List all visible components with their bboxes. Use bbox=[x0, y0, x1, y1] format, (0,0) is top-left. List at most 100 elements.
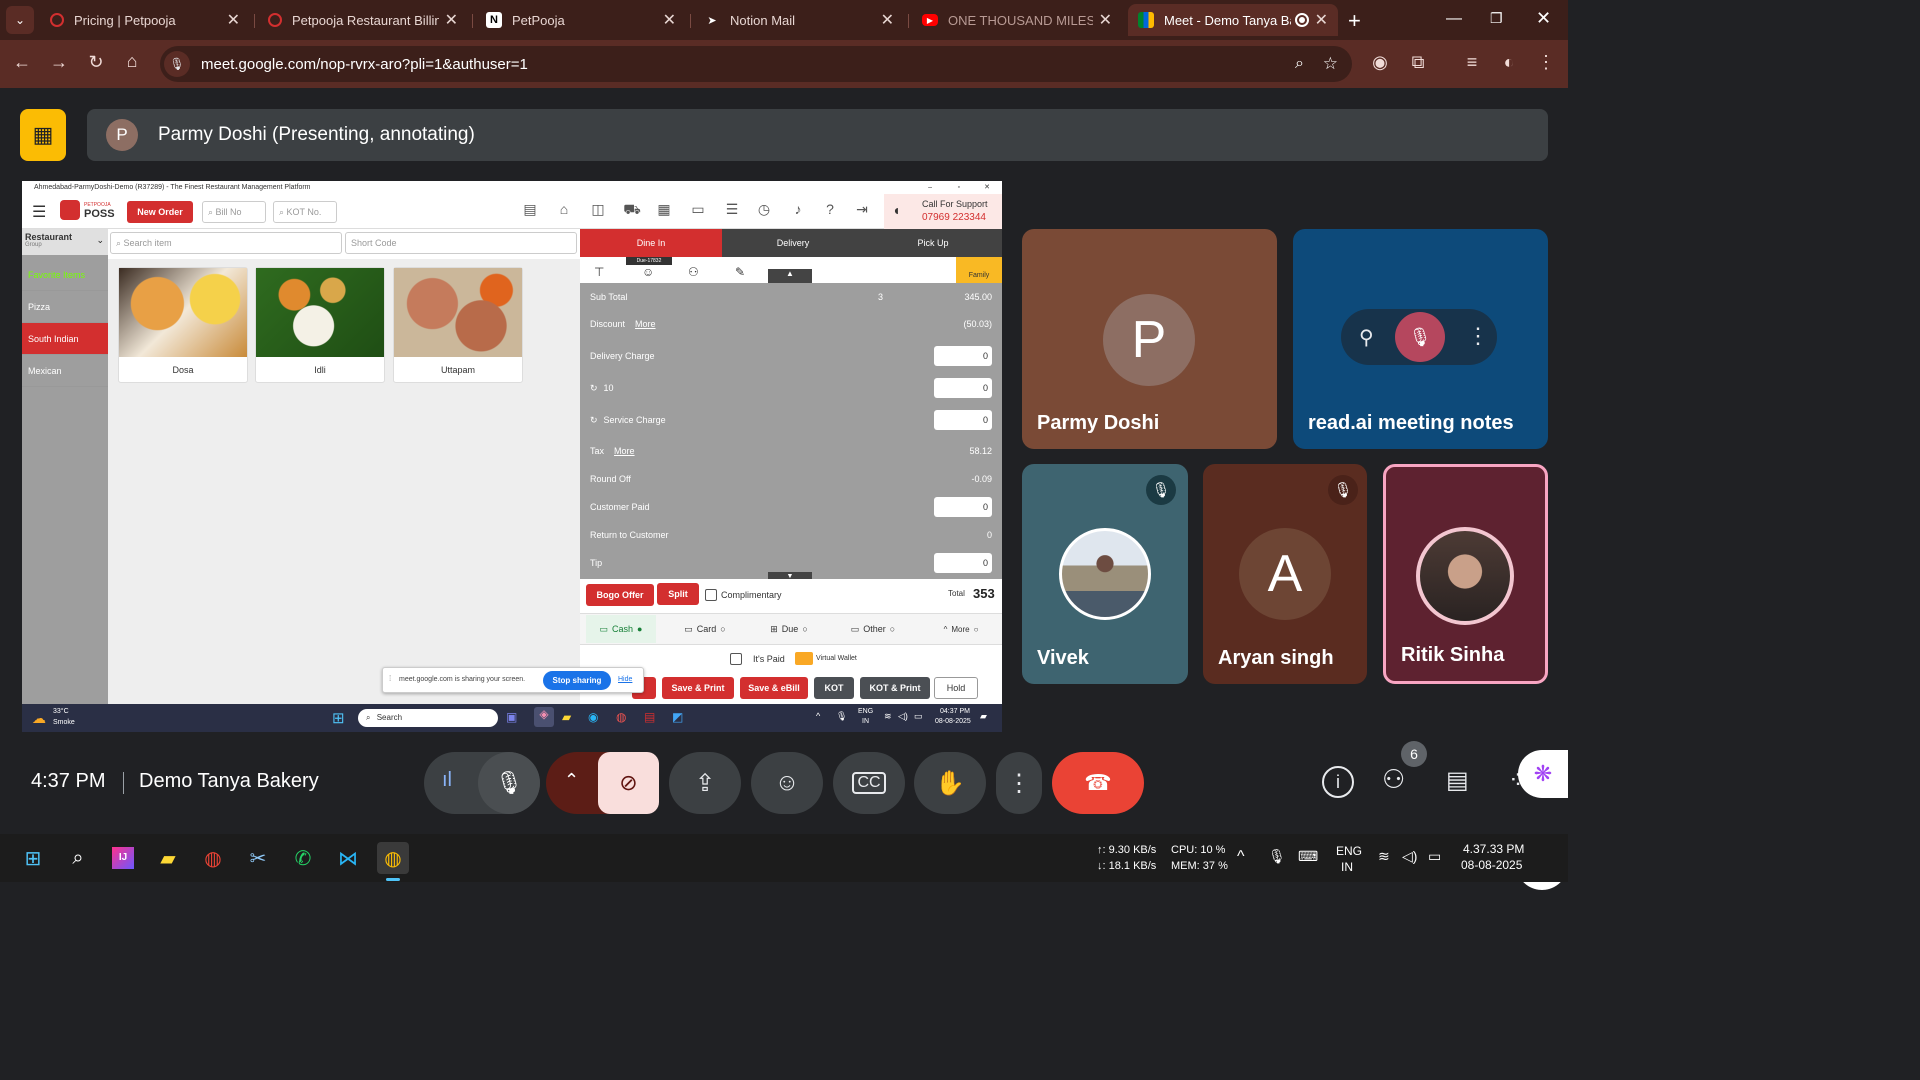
bookmark-star-icon[interactable]: ☆ bbox=[1323, 54, 1338, 74]
pin-icon[interactable]: ⚲ bbox=[1359, 325, 1374, 350]
chevron-up-icon[interactable]: ^ bbox=[1237, 848, 1245, 866]
close-icon[interactable]: ✕ bbox=[881, 10, 894, 30]
hold-button[interactable]: Hold bbox=[934, 677, 978, 699]
category-south-indian[interactable]: South Indian bbox=[22, 323, 108, 355]
logout-icon[interactable]: ⇥ bbox=[852, 201, 872, 221]
tab-search-button[interactable]: ⌄ bbox=[6, 6, 34, 34]
reactions-button[interactable]: ☺ bbox=[751, 752, 823, 814]
folder-icon[interactable]: ▰ bbox=[562, 710, 571, 724]
tab-pick-up[interactable]: Pick Up bbox=[864, 229, 1002, 257]
grid-icon[interactable]: ▦ bbox=[654, 201, 674, 221]
zoom-icon[interactable]: ⌕ bbox=[1295, 55, 1304, 73]
petpooja-app-icon[interactable]: ▤ bbox=[644, 710, 655, 724]
tax-more-link[interactable]: More bbox=[614, 446, 635, 456]
its-paid-checkbox[interactable] bbox=[730, 653, 742, 665]
mic-icon[interactable]: 🎙 bbox=[836, 711, 847, 722]
payment-cash[interactable]: ▭ Cash ● bbox=[586, 615, 656, 643]
captions-button[interactable]: CC bbox=[833, 752, 905, 814]
item-card-idli[interactable]: Idli bbox=[255, 267, 385, 383]
volume-icon[interactable]: ◁) bbox=[1402, 848, 1417, 865]
meeting-info-button[interactable]: i bbox=[1322, 766, 1354, 798]
close-icon[interactable]: ✕ bbox=[445, 10, 458, 30]
tab-pricing-petpooja[interactable]: Pricing | Petpooja ✕ bbox=[40, 4, 250, 36]
vscode-icon[interactable]: ⋈ bbox=[332, 842, 364, 874]
leave-call-button[interactable]: ☎ bbox=[1052, 752, 1144, 814]
raise-hand-button[interactable]: ✋ bbox=[914, 752, 986, 814]
store-icon[interactable]: ⌂ bbox=[554, 201, 574, 221]
search-icon[interactable]: ⌕ bbox=[62, 842, 94, 874]
customer-paid-input[interactable]: 0 bbox=[934, 497, 992, 517]
discount-more-link[interactable]: More bbox=[635, 319, 656, 329]
assistant-bubble-visible[interactable]: ❋ bbox=[1518, 750, 1568, 798]
bag-icon[interactable]: ◫ bbox=[588, 201, 608, 221]
jetbrains-icon[interactable]: IJ bbox=[107, 842, 139, 874]
app-icon[interactable]: ◩ bbox=[672, 710, 683, 724]
close-icon[interactable]: ✕ bbox=[984, 181, 990, 194]
language-1[interactable]: ENG bbox=[1336, 844, 1362, 858]
volume-icon[interactable]: ◁) bbox=[898, 711, 908, 722]
close-window-button[interactable]: ✕ bbox=[1536, 8, 1551, 29]
microphone-button[interactable]: 🎙 bbox=[478, 752, 540, 814]
address-bar[interactable]: 🎙 meet.google.com/nop-rvrx-aro?pli=1&aut… bbox=[160, 46, 1352, 82]
tab-petpooja-notion[interactable]: N PetPooja ✕ bbox=[476, 4, 686, 36]
participant-tile-aryan-singh[interactable]: 🎙 A Aryan singh bbox=[1203, 464, 1367, 684]
clock-date[interactable]: 08-08-2025 bbox=[1461, 858, 1522, 872]
restore-icon[interactable]: ▫ bbox=[958, 181, 960, 194]
media-control-icon[interactable]: ≡ bbox=[1460, 52, 1484, 73]
restore-button[interactable]: ❐ bbox=[1490, 10, 1503, 27]
table-icon[interactable]: ⊤ bbox=[594, 265, 604, 279]
kot-button[interactable]: KOT bbox=[814, 677, 854, 699]
file-explorer-icon[interactable]: ▰ bbox=[152, 842, 184, 874]
clock-date[interactable]: 08-08-2025 bbox=[935, 718, 971, 725]
refresh-icon[interactable]: ↻ bbox=[590, 383, 598, 394]
tab-delivery[interactable]: Delivery bbox=[722, 229, 864, 257]
payment-card[interactable]: ▭ Card ○ bbox=[672, 615, 738, 643]
minimize-button[interactable]: — bbox=[1446, 10, 1462, 28]
close-icon[interactable]: ✕ bbox=[1099, 10, 1112, 30]
delivery-icon[interactable]: ⛟ bbox=[622, 201, 642, 221]
home-icon[interactable]: ⌂ bbox=[120, 51, 144, 72]
chrome-icon[interactable]: ◍ bbox=[616, 710, 626, 724]
notification-icon[interactable]: ▰ bbox=[980, 711, 987, 722]
chrome-icon[interactable]: ◍ bbox=[197, 842, 229, 874]
timer-icon[interactable]: ◷ bbox=[754, 201, 774, 221]
collapse-up-icon[interactable]: ▲ bbox=[768, 269, 812, 283]
chrome-profile-icon[interactable]: ◍ bbox=[377, 842, 409, 874]
split-button[interactable]: Split bbox=[657, 583, 699, 605]
refresh-icon[interactable]: ↻ bbox=[590, 415, 598, 426]
kot-print-button[interactable]: KOT & Print bbox=[860, 677, 930, 699]
mute-participant-icon[interactable]: 🎙 bbox=[1395, 312, 1445, 362]
hide-link[interactable]: Hide bbox=[618, 676, 632, 683]
people-button[interactable]: ⚇ bbox=[1382, 764, 1405, 795]
chevron-up-icon[interactable]: ^ bbox=[816, 711, 820, 721]
app-icon[interactable]: ◈ bbox=[534, 707, 554, 727]
camera-options-icon[interactable]: ⌃ bbox=[564, 770, 579, 791]
payment-due[interactable]: ⊞ Due ○ bbox=[756, 615, 822, 643]
tab-dine-in[interactable]: Dine In bbox=[580, 229, 722, 257]
language-2[interactable]: IN bbox=[1341, 860, 1353, 874]
teams-icon[interactable]: ▣ bbox=[506, 710, 517, 724]
tab-petpooja-billing[interactable]: Petpooja Restaurant Billing ✕ bbox=[258, 4, 468, 36]
wifi-icon[interactable]: ≋ bbox=[884, 711, 892, 722]
new-order-button[interactable]: New Order bbox=[127, 201, 193, 223]
participant-tile-vivek[interactable]: 🎙 Vivek bbox=[1022, 464, 1188, 684]
save-ebill-button[interactable]: Save & eBill bbox=[740, 677, 808, 699]
audio-settings-icon[interactable]: ıl bbox=[442, 769, 452, 792]
kot-no-input[interactable]: ⌕ KOT No. bbox=[273, 201, 337, 223]
snipping-tool-icon[interactable]: ✂ bbox=[242, 842, 274, 874]
search-item-input[interactable]: ⌕ Search item bbox=[110, 232, 342, 254]
new-tab-button[interactable]: + bbox=[1348, 8, 1361, 34]
windows-start-icon[interactable]: ⊞ bbox=[332, 709, 345, 727]
taskbar-search[interactable]: ⌕ Search bbox=[358, 709, 498, 727]
microphone-icon[interactable]: 🎙 bbox=[1268, 848, 1286, 865]
extension-icon[interactable]: ◉ bbox=[1368, 52, 1392, 73]
table-view-icon[interactable]: ▤ bbox=[520, 201, 540, 221]
windows-start-icon[interactable]: ⊞ bbox=[17, 842, 49, 874]
clock-time[interactable]: 4.37.33 PM bbox=[1463, 842, 1524, 856]
battery-icon[interactable]: ▭ bbox=[1428, 848, 1441, 865]
category-favorite-items[interactable]: Favorite Items bbox=[22, 259, 108, 291]
back-icon[interactable]: ← bbox=[10, 52, 34, 73]
receipt-icon[interactable]: ☰ bbox=[722, 201, 742, 221]
stop-sharing-button[interactable]: Stop sharing bbox=[543, 671, 611, 690]
menu-icon[interactable]: ⋮ bbox=[1534, 52, 1558, 73]
